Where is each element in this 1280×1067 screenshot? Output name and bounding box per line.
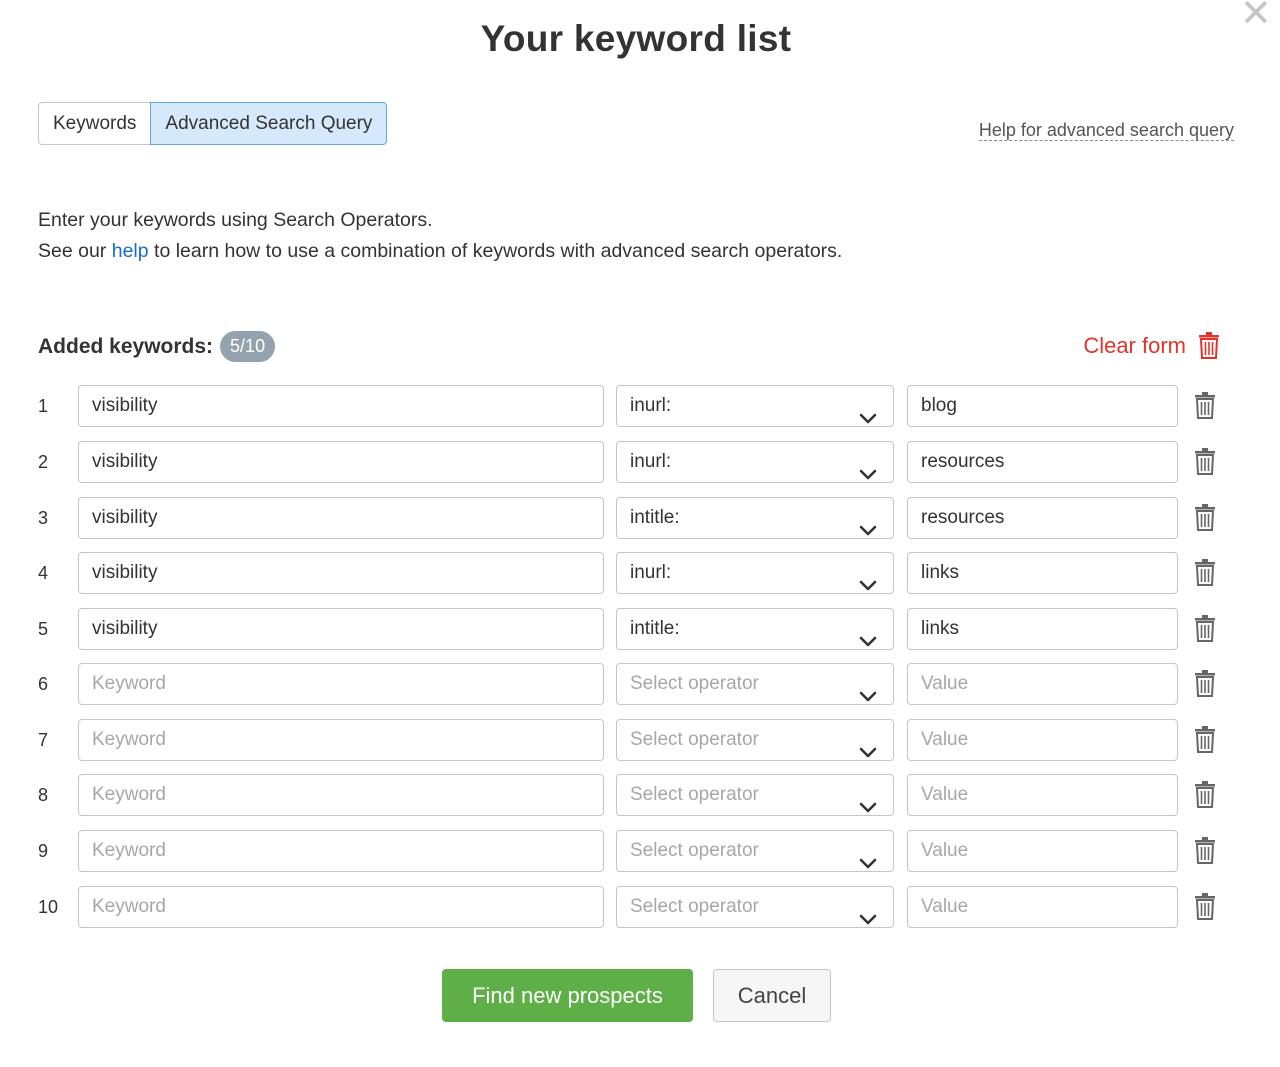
value-input[interactable]: Value xyxy=(907,886,1178,928)
value-input[interactable]: links xyxy=(907,552,1178,594)
chevron-down-icon xyxy=(859,845,877,869)
operator-select-value: intitle: xyxy=(630,507,680,528)
intro-line-2-suffix: to learn how to use a combination of key… xyxy=(154,240,843,262)
chevron-down-icon xyxy=(859,456,877,480)
chevron-down-icon xyxy=(859,734,877,758)
keyword-input[interactable]: Keyword xyxy=(78,830,604,872)
row-number: 8 xyxy=(38,785,49,805)
value-input[interactable]: resources xyxy=(907,441,1178,483)
keyword-input[interactable]: Keyword xyxy=(78,719,604,761)
tab-keywords[interactable]: Keywords xyxy=(38,102,151,145)
row-number: 6 xyxy=(38,674,49,694)
keyword-input[interactable]: visibility xyxy=(78,552,604,594)
row-number: 9 xyxy=(38,841,49,861)
operator-select-value: Select operator xyxy=(630,896,759,917)
added-keywords-heading: Added keywords: 5/10 xyxy=(38,331,276,362)
row-number: 1 xyxy=(38,396,49,416)
value-input[interactable]: links xyxy=(907,608,1178,650)
keyword-input[interactable]: visibility xyxy=(78,497,604,539)
tab-advanced-search-query[interactable]: Advanced Search Query xyxy=(150,102,388,145)
cancel-button[interactable]: Cancel xyxy=(713,969,831,1022)
keyword-input[interactable]: visibility xyxy=(78,441,604,483)
chevron-down-icon xyxy=(859,512,877,536)
value-input[interactable]: resources xyxy=(907,497,1178,539)
dialog-title: Your keyword list xyxy=(480,18,792,59)
value-input[interactable]: Value xyxy=(907,774,1178,816)
operator-select-value: intitle: xyxy=(630,618,680,639)
trash-icon[interactable] xyxy=(1194,670,1216,697)
intro-line-1: Enter your keywords using Search Operato… xyxy=(38,209,433,231)
operator-select-value: Select operator xyxy=(630,729,759,750)
row-number: 7 xyxy=(38,730,49,750)
operator-select-value: Select operator xyxy=(630,840,759,861)
value-input[interactable]: Value xyxy=(907,830,1178,872)
clear-form-button[interactable]: Clear form xyxy=(1083,332,1220,359)
operator-select[interactable]: inurl: xyxy=(616,552,894,594)
operator-select-value: inurl: xyxy=(630,451,672,472)
intro-text: Enter your keywords using Search Operato… xyxy=(38,205,842,267)
help-advanced-search-link[interactable]: Help for advanced search query xyxy=(978,120,1234,141)
row-number: 10 xyxy=(38,897,59,917)
keyword-row: 10 Keyword Select operator Value xyxy=(0,886,1280,928)
chevron-down-icon xyxy=(859,623,877,647)
row-number: 2 xyxy=(38,452,49,472)
intro-line-2: See our help to learn how to use a combi… xyxy=(38,236,842,267)
mode-tabs: Keywords Advanced Search Query xyxy=(38,102,388,145)
trash-icon[interactable] xyxy=(1194,615,1216,642)
keyword-input[interactable]: visibility xyxy=(78,385,604,427)
operator-select-value: Select operator xyxy=(630,784,759,805)
keyword-row: 7 Keyword Select operator Value xyxy=(0,719,1280,761)
value-input[interactable]: blog xyxy=(907,385,1178,427)
operator-select[interactable]: Select operator xyxy=(616,719,894,761)
operator-select-value: inurl: xyxy=(630,562,672,583)
find-new-prospects-button[interactable]: Find new prospects xyxy=(442,969,693,1022)
chevron-down-icon xyxy=(859,567,877,591)
clear-form-label: Clear form xyxy=(1083,332,1186,358)
operator-select[interactable]: intitle: xyxy=(616,497,894,539)
trash-icon[interactable] xyxy=(1194,559,1216,586)
operator-select[interactable]: intitle: xyxy=(616,608,894,650)
chevron-down-icon xyxy=(859,789,877,813)
chevron-down-icon xyxy=(859,678,877,702)
keyword-row: 9 Keyword Select operator Value xyxy=(0,830,1280,872)
operator-select[interactable]: inurl: xyxy=(616,385,894,427)
keyword-input[interactable]: visibility xyxy=(78,608,604,650)
keyword-row: 8 Keyword Select operator Value xyxy=(0,774,1280,816)
keyword-input[interactable]: Keyword xyxy=(78,774,604,816)
keyword-row: 6 Keyword Select operator Value xyxy=(0,663,1280,705)
keyword-row: 2 visibility inurl: resources xyxy=(0,441,1280,483)
operator-select-value: Select operator xyxy=(630,673,759,694)
value-input[interactable]: Value xyxy=(907,663,1178,705)
row-number: 3 xyxy=(38,508,49,528)
trash-icon[interactable] xyxy=(1194,726,1216,753)
keyword-row: 3 visibility intitle: resources xyxy=(0,497,1280,539)
trash-icon[interactable] xyxy=(1194,448,1216,475)
trash-icon[interactable] xyxy=(1194,392,1216,419)
operator-select-value: inurl: xyxy=(630,395,672,416)
keyword-count-badge: 5/10 xyxy=(220,331,276,362)
trash-icon[interactable] xyxy=(1194,504,1216,531)
operator-select[interactable]: inurl: xyxy=(616,441,894,483)
keyword-row: 4 visibility inurl: links xyxy=(0,552,1280,594)
keyword-row: 1 visibility inurl: blog xyxy=(0,385,1280,427)
operator-select[interactable]: Select operator xyxy=(616,663,894,705)
chevron-down-icon xyxy=(859,901,877,925)
intro-line-2-prefix: See our xyxy=(38,240,107,262)
keyword-row: 5 visibility intitle: links xyxy=(0,608,1280,650)
row-number: 4 xyxy=(38,563,49,583)
chevron-down-icon xyxy=(859,400,877,424)
trash-icon[interactable] xyxy=(1194,837,1216,864)
help-link[interactable]: help xyxy=(112,240,149,262)
added-keywords-label: Added keywords: xyxy=(38,334,214,358)
value-input[interactable]: Value xyxy=(907,719,1178,761)
trash-icon[interactable] xyxy=(1194,893,1216,920)
keyword-input[interactable]: Keyword xyxy=(78,663,604,705)
operator-select[interactable]: Select operator xyxy=(616,830,894,872)
operator-select[interactable]: Select operator xyxy=(616,886,894,928)
operator-select[interactable]: Select operator xyxy=(616,774,894,816)
row-number: 5 xyxy=(38,619,49,639)
keyword-input[interactable]: Keyword xyxy=(78,886,604,928)
trash-icon xyxy=(1199,332,1219,359)
trash-icon[interactable] xyxy=(1194,781,1216,808)
